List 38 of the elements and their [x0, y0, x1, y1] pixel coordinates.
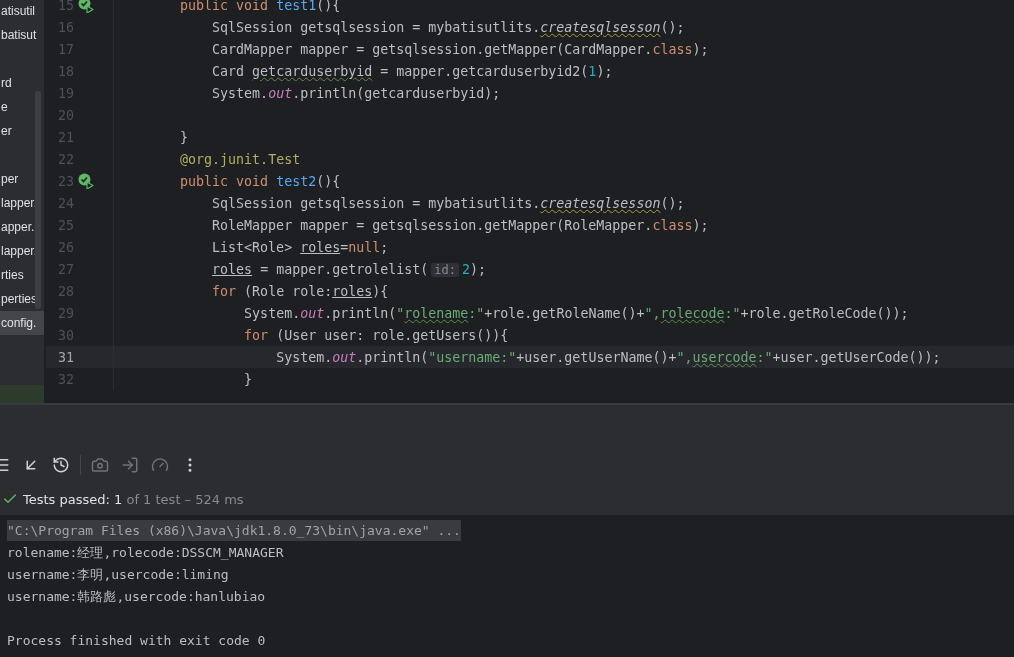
- highlighted-row: [0, 385, 44, 403]
- code-line: SqlSession getsqlsession = mybatisutlits.createsqlsesson();: [211, 19, 685, 35]
- code-line: public void test2(){: [179, 173, 341, 189]
- code-line: Card getcarduserbyid = mapper.getcarduserbyid2(1);: [211, 63, 613, 79]
- code-line: }: [179, 129, 189, 145]
- project-tree-item[interactable]: er: [0, 119, 44, 143]
- project-tree-item[interactable]: perties: [0, 287, 44, 311]
- code-line: for (User user: role.getUsers()){: [243, 327, 509, 343]
- console-line: username:韩路彪,usercode:hanlubiao: [7, 589, 266, 604]
- project-tree-item[interactable]: e: [0, 95, 44, 119]
- project-tree-item[interactable]: apper.: [0, 215, 44, 239]
- console-line: rolename:经理,rolecode:DSSCM_MANAGER: [7, 545, 284, 560]
- code-line: System.out.println("rolename:"+role.getRoleName()+",rolecode:"+role.getRoleCode());: [243, 305, 909, 321]
- code-line: RoleMapper mapper = getsqlsession.getMapper(RoleMapper.class);: [211, 217, 709, 233]
- project-tree-item[interactable]: config.: [0, 311, 44, 335]
- console-line: username:李明,usercode:liming: [7, 567, 229, 582]
- test-status-text: Tests passed: 1 of 1 test – 524 ms: [23, 491, 244, 507]
- code-line: List<Role> roles=null;: [211, 239, 389, 255]
- test-passed-run-icon[interactable]: [78, 0, 94, 13]
- project-tree-item[interactable]: lapper.: [0, 239, 44, 263]
- code-line: CardMapper mapper = getsqlsession.getMapper(CardMapper.class);: [211, 41, 709, 57]
- project-tree-item[interactable]: atisutil: [0, 0, 44, 23]
- console-line: Process finished with exit code 0: [7, 633, 266, 648]
- project-tree-item[interactable]: rties: [0, 263, 44, 287]
- project-tree-item[interactable]: rd: [0, 71, 44, 95]
- code-line: System.out.println("username:"+user.getUserName()+",usercode:"+user.getUserCode());: [275, 349, 941, 365]
- code-line: public void test1(){: [179, 0, 341, 13]
- project-tree-item[interactable]: per: [0, 167, 44, 191]
- code-line: roles = mapper.getrolelist( id: 2);: [211, 261, 486, 277]
- project-tree-item[interactable]: lapper.: [0, 191, 44, 215]
- code-line: @org.junit.Test: [179, 151, 301, 167]
- code-line: SqlSession getsqlsession = mybatisutlits.createsqlsesson();: [211, 195, 685, 211]
- line-number: 31: [57, 349, 74, 365]
- code-line: for (Role role:roles){: [211, 283, 389, 299]
- test-passed-run-icon[interactable]: [78, 173, 94, 189]
- project-tree-item[interactable]: batisut: [0, 23, 44, 47]
- code-line: System.out.println(getcarduserbyid);: [211, 85, 501, 101]
- code-line: }: [243, 371, 253, 387]
